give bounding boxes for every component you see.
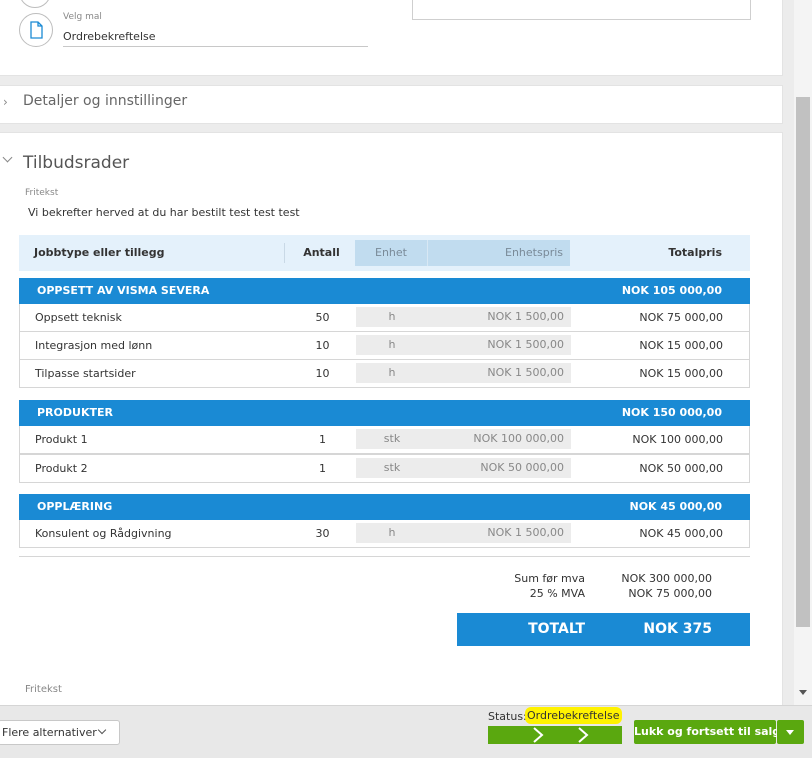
header-divider [284,243,285,263]
free-text-value[interactable]: Vi bekrefter herved at du har bestilt te… [28,206,300,219]
row-unit-price: NOK 1 500,00 [428,307,571,327]
template-select[interactable]: Ordrebekreftelse [63,30,368,47]
table-divider [19,556,750,557]
more-options-label: Flere alternativer [2,726,97,739]
table-row[interactable]: Konsulent og Rådgivning 30 h NOK 1 500,0… [19,520,750,548]
free-text-label: Fritekst [25,188,59,198]
status-label: Status: [488,710,527,723]
group-header[interactable]: OPPLÆRING NOK 45 000,00 [19,494,750,520]
bottom-free-text-label: Fritekst [25,684,62,695]
header-jobtype: Jobbtype eller tillegg [34,246,165,259]
text-area-box[interactable] [412,0,751,20]
caret-down-icon [786,730,794,735]
table-row[interactable]: Produkt 1 1 stk NOK 100 000,00 NOK 100 0… [19,426,750,454]
row-unit: h [356,335,428,355]
row-unit: h [356,523,428,543]
group-name: OPPSETT AV VISMA SEVERA [37,284,210,297]
header-unit: Enhet [375,246,407,259]
row-total: NOK 15 000,00 [639,339,723,352]
more-options-button[interactable]: Flere alternativer [0,720,120,745]
row-name: Produkt 1 [35,433,88,446]
row-total: NOK 75 000,00 [639,311,723,324]
total-label: TOTALT [528,621,585,637]
chevron-right-icon[interactable]: › [3,95,8,109]
row-qty[interactable]: 10 [300,360,345,387]
vat-value: NOK 75 000,00 [628,587,712,600]
row-unit-price: NOK 1 500,00 [428,335,571,355]
chevron-down-icon [97,725,107,735]
header-qty: Antall [303,246,340,259]
table-row[interactable]: Produkt 2 1 stk NOK 50 000,00 NOK 50 000… [19,454,750,483]
dropdown-toggle-button[interactable] [777,720,804,744]
status-value: Ordrebekreftelse [525,707,622,724]
group-header[interactable]: PRODUKTER NOK 150 000,00 [19,400,750,426]
row-unit-price: NOK 1 500,00 [428,523,571,543]
offer-title: Tilbudsrader [23,153,130,173]
row-unit: stk [356,458,428,478]
row-unit: h [356,307,428,327]
group-name: PRODUKTER [37,406,113,419]
scroll-thumb[interactable] [796,97,810,627]
row-total: NOK 100 000,00 [632,433,723,446]
group-header[interactable]: OPPSETT AV VISMA SEVERA NOK 105 000,00 [19,278,750,304]
row-qty[interactable]: 1 [300,426,345,453]
row-qty[interactable]: 30 [300,520,345,547]
row-unit-price: NOK 50 000,00 [428,458,571,478]
scrollbar[interactable] [794,0,812,705]
row-qty[interactable]: 1 [300,455,345,482]
row-total: NOK 45 000,00 [639,527,723,540]
sum-label: Sum før mva [514,572,585,585]
row-qty[interactable]: 50 [300,304,345,331]
document-icon [19,13,53,47]
row-total: NOK 15 000,00 [639,367,723,380]
row-unit: stk [356,429,428,449]
row-name: Produkt 2 [35,462,88,475]
row-unit: h [356,363,428,383]
status-progress [488,726,622,744]
group-total: NOK 105 000,00 [621,284,722,297]
row-total: NOK 50 000,00 [639,462,723,475]
row-name: Integrasjon med lønn [35,339,153,352]
row-qty[interactable]: 10 [300,332,345,359]
group-total: NOK 150 000,00 [621,406,722,419]
table-header: Jobbtype eller tillegg Antall Enhet Enhe… [19,235,750,271]
close-continue-button[interactable]: Lukk og fortsett til salg [634,720,781,744]
group-total: NOK 45 000,00 [629,500,723,513]
header-unit-price: Enhetspris [505,246,563,259]
table-row[interactable]: Integrasjon med lønn 10 h NOK 1 500,00 N… [19,332,750,360]
header-total: Totalpris [668,246,722,259]
row-unit-price: NOK 100 000,00 [428,429,571,449]
close-continue-label: Lukk og fortsett til salg [634,725,781,738]
row-name: Oppsett teknisk [35,311,122,324]
vat-label: 25 % MVA [529,587,585,600]
total-value: NOK 375 000,00 [643,621,712,670]
sum-value: NOK 300 000,00 [621,572,712,585]
table-row[interactable]: Tilpasse startsider 10 h NOK 1 500,00 NO… [19,360,750,388]
row-name: Konsulent og Rådgivning [35,527,172,540]
details-title[interactable]: Detaljer og innstillinger [23,93,187,109]
row-unit-price: NOK 1 500,00 [428,363,571,383]
row-name: Tilpasse startsider [35,367,136,380]
scroll-down-icon[interactable] [799,690,807,695]
template-label: Velg mal [63,12,102,22]
group-name: OPPLÆRING [37,500,113,513]
table-row[interactable]: Oppsett teknisk 50 h NOK 1 500,00 NOK 75… [19,304,750,332]
